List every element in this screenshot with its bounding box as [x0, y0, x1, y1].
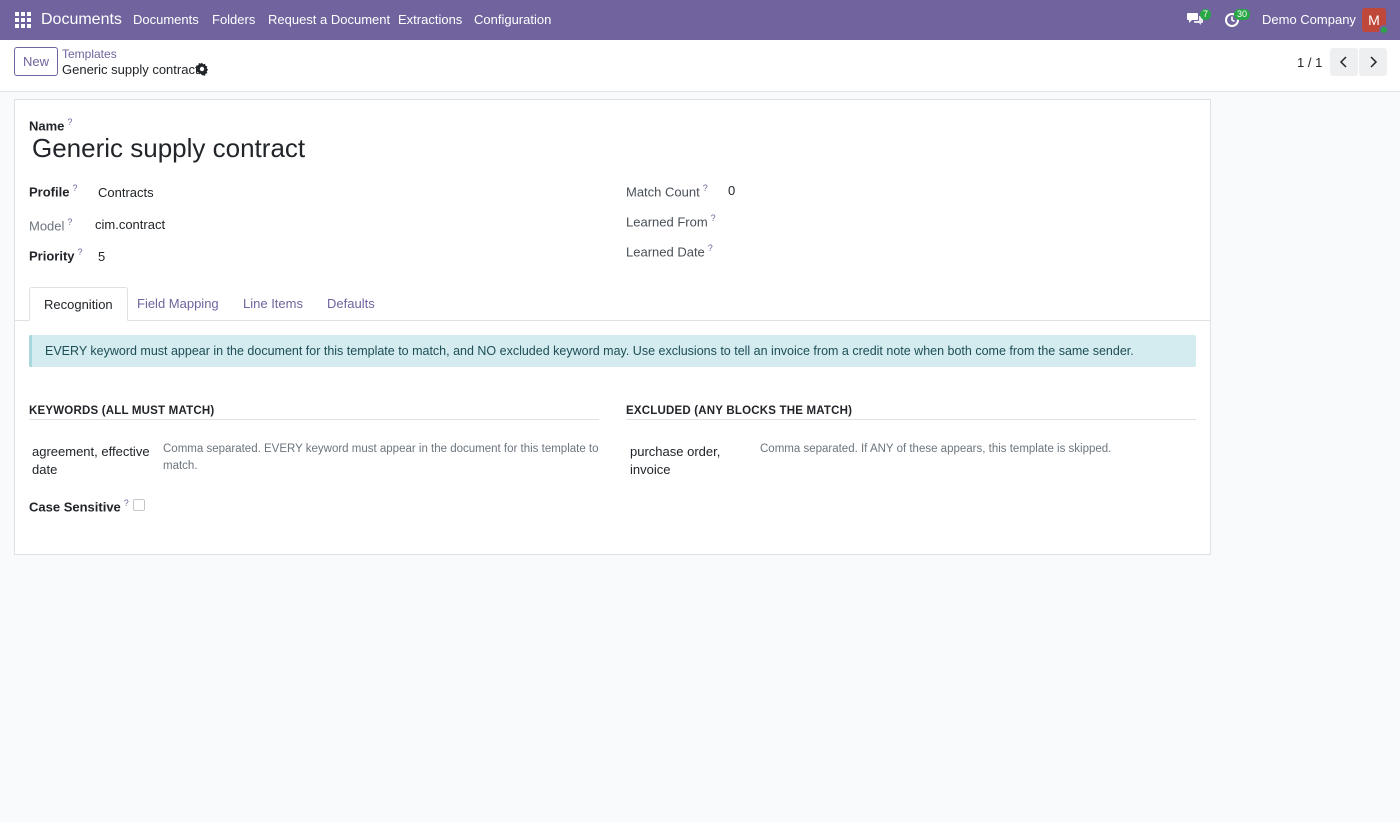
learned-from-label: Learned From? — [626, 213, 716, 230]
pager-next-button[interactable] — [1359, 48, 1387, 76]
control-panel: New Templates Generic supply contract 1 … — [0, 40, 1400, 92]
new-button[interactable]: New — [14, 47, 58, 76]
avatar-initial: M — [1368, 12, 1380, 28]
breadcrumb-templates[interactable]: Templates — [62, 47, 117, 61]
activities-count-badge: 30 — [1234, 9, 1251, 20]
keywords-input[interactable]: agreement, effective date — [32, 443, 152, 479]
breadcrumb-current-record: Generic supply contract — [62, 62, 199, 77]
chevron-left-icon — [1339, 56, 1347, 68]
activities-button[interactable]: 30 — [1224, 9, 1251, 31]
priority-field[interactable]: 5 — [98, 249, 105, 264]
name-label: Name? — [29, 117, 73, 134]
company-switcher[interactable]: Demo Company — [1262, 12, 1356, 27]
name-input[interactable]: Generic supply contract — [32, 133, 305, 164]
tab-recognition[interactable]: Recognition — [29, 287, 128, 321]
priority-label: Priority? — [29, 247, 83, 264]
tab-field-mapping[interactable]: Field Mapping — [123, 287, 233, 321]
keywords-section-title: KEYWORDS (ALL MUST MATCH) — [29, 405, 215, 417]
profile-field[interactable]: Contracts — [98, 185, 154, 200]
help-tooltip-icon[interactable]: ? — [708, 243, 713, 253]
menu-extractions[interactable]: Extractions — [398, 12, 462, 27]
help-tooltip-icon[interactable]: ? — [67, 217, 72, 227]
messages-count-badge: 7 — [1200, 9, 1212, 20]
model-label: Model? — [29, 217, 73, 234]
match-count-value: 0 — [728, 183, 736, 198]
tab-defaults[interactable]: Defaults — [313, 287, 389, 321]
learned-date-label: Learned Date? — [626, 243, 713, 260]
pager-value[interactable]: 1 / 1 — [1297, 55, 1322, 70]
recognition-info-alert: EVERY keyword must appear in the documen… — [29, 335, 1196, 367]
excluded-section-title: EXCLUDED (ANY BLOCKS THE MATCH) — [626, 405, 853, 417]
help-tooltip-icon[interactable]: ? — [703, 183, 708, 193]
chevron-right-icon — [1370, 56, 1378, 68]
keywords-help-text: Comma separated. EVERY keyword must appe… — [163, 443, 599, 472]
excluded-help-text: Comma separated. If ANY of these appears… — [760, 443, 1112, 455]
menu-folders[interactable]: Folders — [212, 12, 255, 27]
user-avatar[interactable]: M — [1362, 8, 1389, 35]
case-sensitive-label: Case Sensitive? — [29, 498, 129, 515]
help-tooltip-icon[interactable]: ? — [72, 183, 77, 193]
menu-configuration[interactable]: Configuration — [474, 12, 551, 27]
case-sensitive-checkbox[interactable] — [133, 499, 145, 511]
form-notebook-tabs: Recognition Field Mapping Line Items Def… — [15, 287, 1210, 321]
help-tooltip-icon[interactable]: ? — [78, 247, 83, 257]
model-field: cim.contract — [95, 217, 166, 232]
app-menu-grid-icon[interactable] — [15, 12, 31, 28]
top-navbar: Documents Documents Folders Request a Do… — [0, 0, 1400, 40]
tab-line-items[interactable]: Line Items — [229, 287, 317, 321]
form-sheet: Name? Generic supply contract Profile? C… — [14, 99, 1211, 555]
app-brand[interactable]: Documents — [41, 11, 122, 29]
excluded-input[interactable]: purchase order, invoice — [630, 443, 740, 479]
excluded-separator — [626, 419, 1196, 420]
keywords-separator — [29, 419, 599, 420]
help-tooltip-icon[interactable]: ? — [711, 213, 716, 223]
messages-button[interactable]: 7 — [1186, 9, 1212, 31]
profile-label: Profile? — [29, 183, 78, 200]
help-tooltip-icon[interactable]: ? — [67, 117, 72, 127]
menu-request-document[interactable]: Request a Document — [268, 12, 390, 27]
match-count-label: Match Count? — [626, 183, 708, 200]
pager-previous-button[interactable] — [1330, 48, 1358, 76]
menu-documents[interactable]: Documents — [133, 12, 199, 27]
help-tooltip-icon[interactable]: ? — [124, 498, 129, 508]
gear-icon[interactable] — [195, 62, 209, 76]
online-status-dot — [1379, 25, 1389, 35]
